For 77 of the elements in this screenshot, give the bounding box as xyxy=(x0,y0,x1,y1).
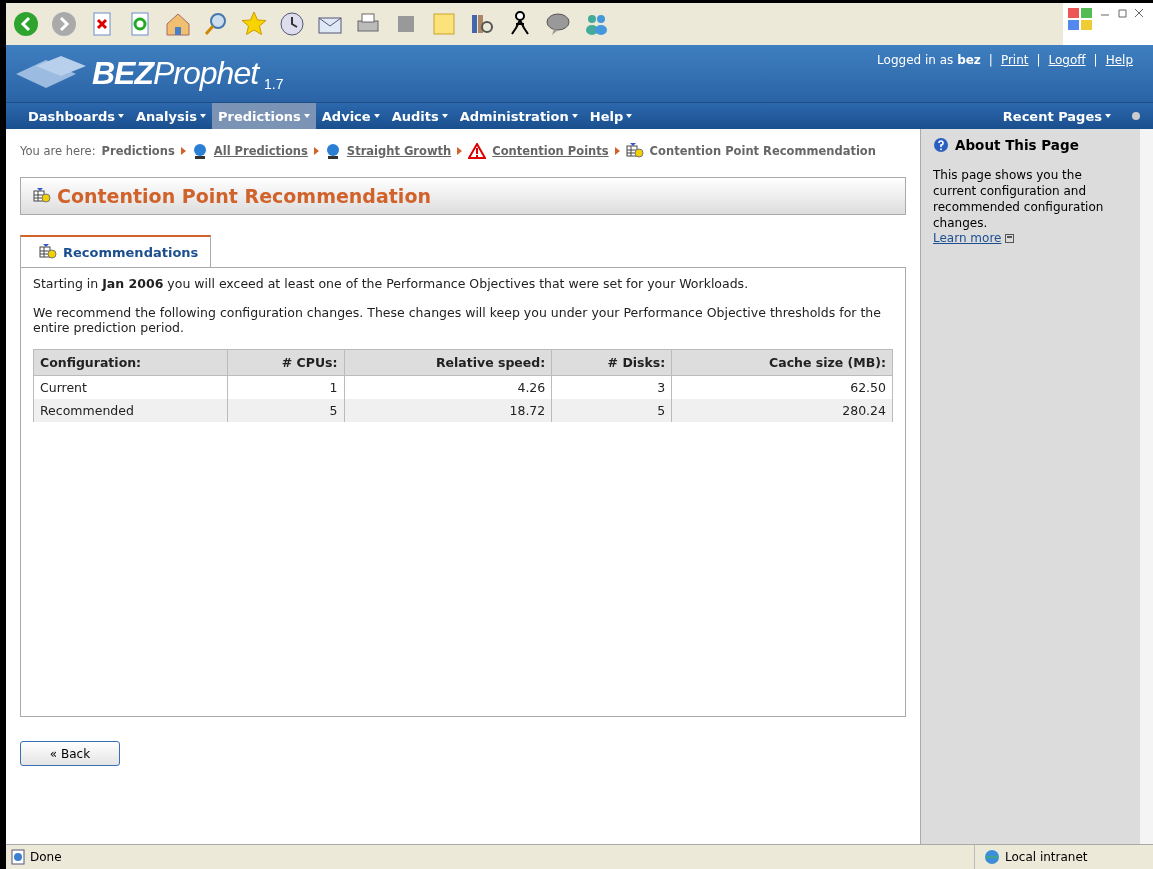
caret-icon xyxy=(118,114,125,118)
table-cell: 4.26 xyxy=(344,375,552,399)
header-link[interactable]: Help xyxy=(1105,53,1133,102)
table-cell: 5 xyxy=(227,399,344,422)
windows-logo-icon xyxy=(1067,7,1093,31)
grid-bulb-icon xyxy=(33,188,51,204)
separator-text: | xyxy=(1036,53,1041,69)
nav-menu[interactable]: Help xyxy=(583,103,639,129)
back-icon[interactable] xyxy=(12,10,40,38)
nav-menu[interactable]: Advice xyxy=(315,103,386,129)
caret-icon xyxy=(626,114,633,118)
caret-icon xyxy=(200,114,206,118)
caret-icon xyxy=(441,114,448,118)
table-cell: Recommended xyxy=(33,399,228,422)
version-label: 1.7 xyxy=(264,76,284,92)
page-title: Contention Point Recommendation xyxy=(57,185,431,207)
column-header: Relative speed: xyxy=(344,349,552,376)
page-icon xyxy=(10,849,26,865)
nav-menu[interactable]: Administration xyxy=(453,103,584,129)
table-cell: 5 xyxy=(551,399,672,422)
separator-text: | xyxy=(988,53,993,69)
tab[interactable]: Recommendations xyxy=(20,235,212,268)
table-cell: 1 xyxy=(227,375,344,399)
column-header: Cache size (MB): xyxy=(671,349,893,376)
column-header: # Disks: xyxy=(551,349,672,376)
sidebar-text: This page shows you the current configuration and recommended configuration changes. xyxy=(933,167,1105,231)
paragraph: We recommend the following configuration changes. These changes will keep you under your Performance Objective thresholds for the entire prediction period. xyxy=(33,305,882,335)
arrow-right-icon xyxy=(313,147,319,155)
column-header: Configuration: xyxy=(33,349,228,376)
breadcrumb-item[interactable]: Straight Growth xyxy=(346,144,452,158)
forward-icon[interactable] xyxy=(50,10,78,38)
paragraph: Starting in Jan 2006 you will exceed at least one of the Performance Objectives that were set for your Workloads. xyxy=(33,276,750,291)
caret-icon xyxy=(373,114,380,118)
table-cell: Current xyxy=(33,375,228,399)
table-cell: 62.50 xyxy=(671,375,893,399)
caret-icon xyxy=(1105,114,1111,118)
caret-icon xyxy=(571,114,578,118)
breadcrumb-item: Predictions xyxy=(101,144,175,158)
login-status: Logged in as bez xyxy=(877,53,981,69)
header-link[interactable]: Print xyxy=(1000,53,1029,102)
nav-menu[interactable]: Analysis xyxy=(130,103,212,129)
header-link[interactable]: Logoff xyxy=(1048,53,1086,102)
arrow-right-icon xyxy=(457,147,463,155)
table-cell: 18.72 xyxy=(344,399,552,422)
table-cell: 3 xyxy=(551,375,672,399)
gear-icon[interactable] xyxy=(1131,111,1141,121)
warning-icon xyxy=(468,143,487,159)
arrow-right-icon xyxy=(614,147,620,155)
new-window-icon xyxy=(1005,233,1015,243)
sidebar-title: About This Page xyxy=(955,137,1079,153)
breadcrumb-item[interactable]: Contention Points xyxy=(492,144,609,158)
zone-text: Local intranet xyxy=(1005,850,1088,864)
grid-bulb-icon xyxy=(39,244,57,260)
separator-text: | xyxy=(1093,53,1098,69)
breadcrumb-item[interactable]: All Predictions xyxy=(213,144,308,158)
learn-more-link[interactable]: Learn more xyxy=(933,231,1002,245)
history-icon[interactable] xyxy=(278,10,306,38)
help-icon xyxy=(933,137,949,153)
nav-menu[interactable]: Dashboards xyxy=(22,103,131,129)
table-cell: 280.24 xyxy=(671,399,893,422)
star-icon[interactable] xyxy=(240,10,268,38)
nav-menu[interactable]: Audits xyxy=(385,103,454,129)
back-button[interactable]: « Back xyxy=(20,741,120,766)
column-header: # CPUs: xyxy=(227,349,344,376)
scrollbar[interactable] xyxy=(1140,129,1153,844)
recent-pages-menu[interactable]: Recent Pages xyxy=(996,103,1117,129)
globe-icon xyxy=(191,143,208,159)
grid-bulb-icon xyxy=(625,143,644,159)
globe-icon xyxy=(983,849,1001,865)
arrow-right-icon xyxy=(180,147,186,155)
breadcrumb-label: You are here: xyxy=(20,144,96,158)
globe-icon xyxy=(324,143,341,159)
status-text: Done xyxy=(30,850,62,864)
caret-icon xyxy=(303,114,310,118)
speech-bubble-icon[interactable] xyxy=(544,10,572,38)
app-logo: BEZProphet xyxy=(92,55,259,92)
breadcrumb-item: Contention Point Recommendation xyxy=(649,144,876,158)
